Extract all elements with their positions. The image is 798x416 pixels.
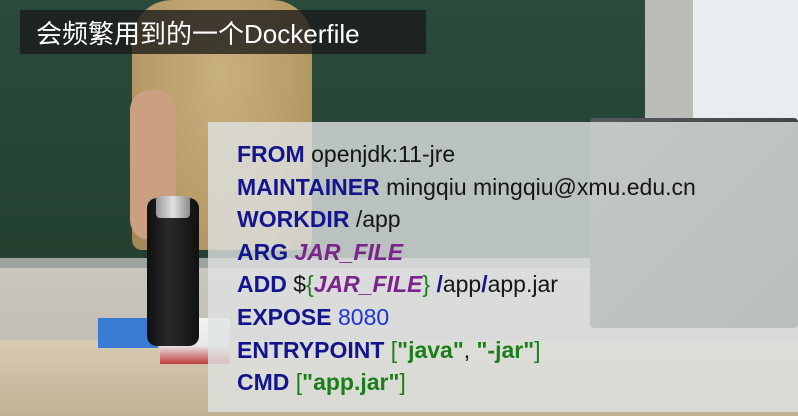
code-line-expose: EXPOSE 8080 [237,301,798,334]
keyword-entrypoint: ENTRYPOINT [237,336,385,363]
thermos-bottle [147,198,199,346]
entrypoint-jar-flag: "-jar" [476,336,535,363]
cmd-value: "app.jar" [302,369,400,396]
code-line-from: FROM openjdk:11-jre [237,138,798,171]
add-left-brace: { [306,271,314,298]
keyword-add: ADD [237,271,287,298]
cmd-close-bracket: ] [399,369,406,396]
keyword-arg: ARG [237,238,289,265]
thermos-cap [156,196,190,218]
keyword-workdir: WORKDIR [237,206,350,233]
title-text: 会频繁用到的一个Dockerfile [36,18,360,49]
code-line-maintainer: MAINTAINER mingqiu mingqiu@xmu.edu.cn [237,171,798,204]
code-line-entrypoint: ENTRYPOINT ["java", "-jar"] [237,334,798,367]
from-value: openjdk:11-jre [311,141,456,167]
code-line-cmd: CMD ["app.jar"] [237,366,798,399]
add-dollar: $ [293,271,307,298]
add-app: app [442,271,482,298]
keyword-expose: EXPOSE [237,303,332,330]
expose-port: 8080 [338,303,390,330]
keyword-cmd: CMD [237,369,290,396]
entrypoint-java: "java" [397,336,464,363]
add-jar: app.jar [487,271,558,298]
board-frame [645,0,693,120]
entrypoint-close-bracket: ] [534,336,541,363]
code-line-add: ADD ${JAR_FILE} /app/app.jar [237,268,798,301]
code-line-arg: ARG JAR_FILE [237,236,798,269]
entrypoint-comma: , [463,336,471,363]
dockerfile-code-panel: FROM openjdk:11-jre MAINTAINER mingqiu m… [208,122,798,412]
title-caption: 会频繁用到的一个Dockerfile [20,10,426,54]
add-variable: JAR_FILE [313,271,423,298]
workdir-value: /app [355,206,401,233]
keyword-maintainer: MAINTAINER [237,173,380,200]
add-right-brace: } [422,271,431,298]
arg-variable: JAR_FILE [294,238,404,265]
maintainer-value: mingqiu mingqiu@xmu.edu.cn [386,173,696,200]
code-line-workdir: WORKDIR /app [237,203,798,236]
keyword-from: FROM [237,141,305,167]
